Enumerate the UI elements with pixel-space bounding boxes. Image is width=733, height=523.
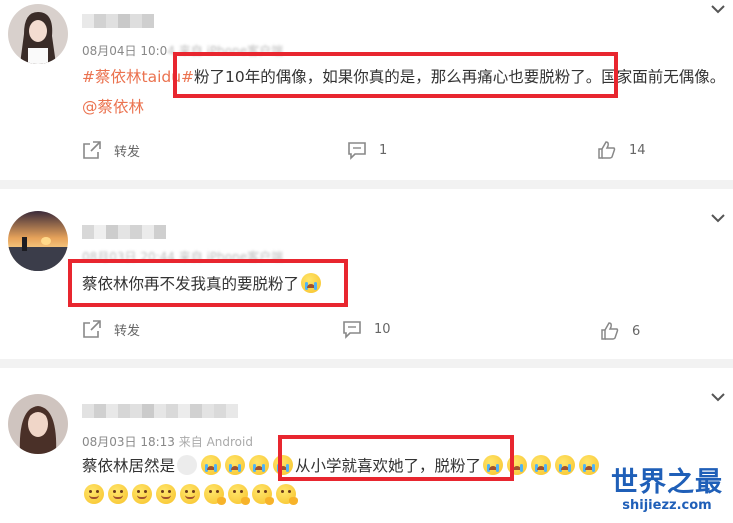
post-2: 08月03日 20:44 来自 iPhone客户端 蔡依林你再不发我真的要脱粉了… [0, 189, 733, 359]
comment-icon [348, 142, 366, 160]
highlighted-text: 蔡依林你再不发我真的要脱粉了 [82, 275, 300, 293]
emoji-row [82, 480, 482, 510]
smile-emoji-icon [132, 484, 152, 504]
like-button[interactable]: 6 [600, 321, 640, 341]
repost-button[interactable]: 转发 [82, 319, 140, 339]
smile-emoji-icon [84, 484, 104, 504]
post-content: #蔡依林taidu#粉了10年的偶像，如果你真的是，那么再痛心也要脱粉了。国家面… [82, 68, 726, 116]
cry-emoji-icon [531, 455, 552, 475]
avatar[interactable] [8, 394, 68, 454]
cry-emoji-icon [225, 455, 246, 475]
comment-button[interactable]: 1 [347, 140, 387, 160]
username-blurred[interactable] [82, 225, 166, 239]
thinking-emoji-icon [228, 484, 250, 505]
chevron-down-icon[interactable] [711, 213, 725, 223]
thinking-emoji-icon [276, 484, 298, 505]
thinking-emoji-icon [252, 484, 274, 505]
separator [0, 180, 733, 189]
username-blurred[interactable] [82, 14, 154, 28]
separator [0, 359, 733, 368]
username-blurred[interactable] [82, 404, 238, 418]
thumbs-up-icon [601, 322, 619, 340]
cry-emoji-icon [273, 455, 294, 475]
cry-emoji-icon [555, 455, 576, 475]
post-meta: 08月03日 20:44 来自 iPhone客户端 [82, 250, 284, 264]
watermark-logo: 世界之最 shijiezz.com [611, 467, 723, 514]
comment-feed: 08月04日 10:04 来自 iPhone客户端 #蔡依林taidu#粉了10… [0, 0, 733, 523]
highlighted-text: 粉了10年的偶像，如果你真的是，那么再痛心也要脱粉了。 [194, 68, 602, 86]
chevron-down-icon[interactable] [711, 392, 725, 402]
thinking-emoji-icon [204, 484, 226, 505]
post-content: 蔡依林你再不发我真的要脱粉了 [82, 269, 722, 299]
post-1: 08月04日 10:04 来自 iPhone客户端 #蔡依林taidu#粉了10… [0, 0, 733, 176]
post-meta: 08月04日 10:04 来自 iPhone客户端 [82, 44, 284, 58]
comment-icon [343, 321, 361, 339]
repost-button[interactable]: 转发 [82, 140, 140, 160]
topic-link[interactable]: #蔡依林taidu# [82, 68, 194, 86]
cry-emoji-icon [579, 455, 600, 475]
thumbs-up-icon [598, 141, 616, 159]
share-icon [83, 141, 101, 159]
post-actions: 转发 10 6 [0, 319, 733, 343]
post-actions: 转发 1 14 [0, 140, 733, 164]
cry-emoji-icon [483, 455, 504, 475]
cry-emoji-icon [507, 455, 528, 475]
highlighted-text: 从小学就喜欢她了，脱粉了 [295, 457, 482, 475]
chevron-down-icon[interactable] [711, 4, 725, 14]
avatar[interactable] [8, 211, 68, 271]
like-button[interactable]: 14 [597, 140, 646, 160]
avatar[interactable] [8, 4, 68, 64]
cry-emoji-icon [301, 273, 322, 293]
mention-link[interactable]: @蔡依林 [82, 98, 144, 116]
smile-emoji-icon [156, 484, 176, 504]
post-meta: 08月03日 18:13 来自 Android [82, 435, 253, 449]
comment-button[interactable]: 10 [342, 319, 391, 339]
smile-emoji-icon [108, 484, 128, 504]
smile-emoji-icon [180, 484, 200, 504]
cry-emoji-icon [249, 455, 270, 475]
cry-emoji-icon [201, 455, 222, 475]
blurred-emoji-icon [177, 455, 198, 475]
share-icon [83, 320, 101, 338]
